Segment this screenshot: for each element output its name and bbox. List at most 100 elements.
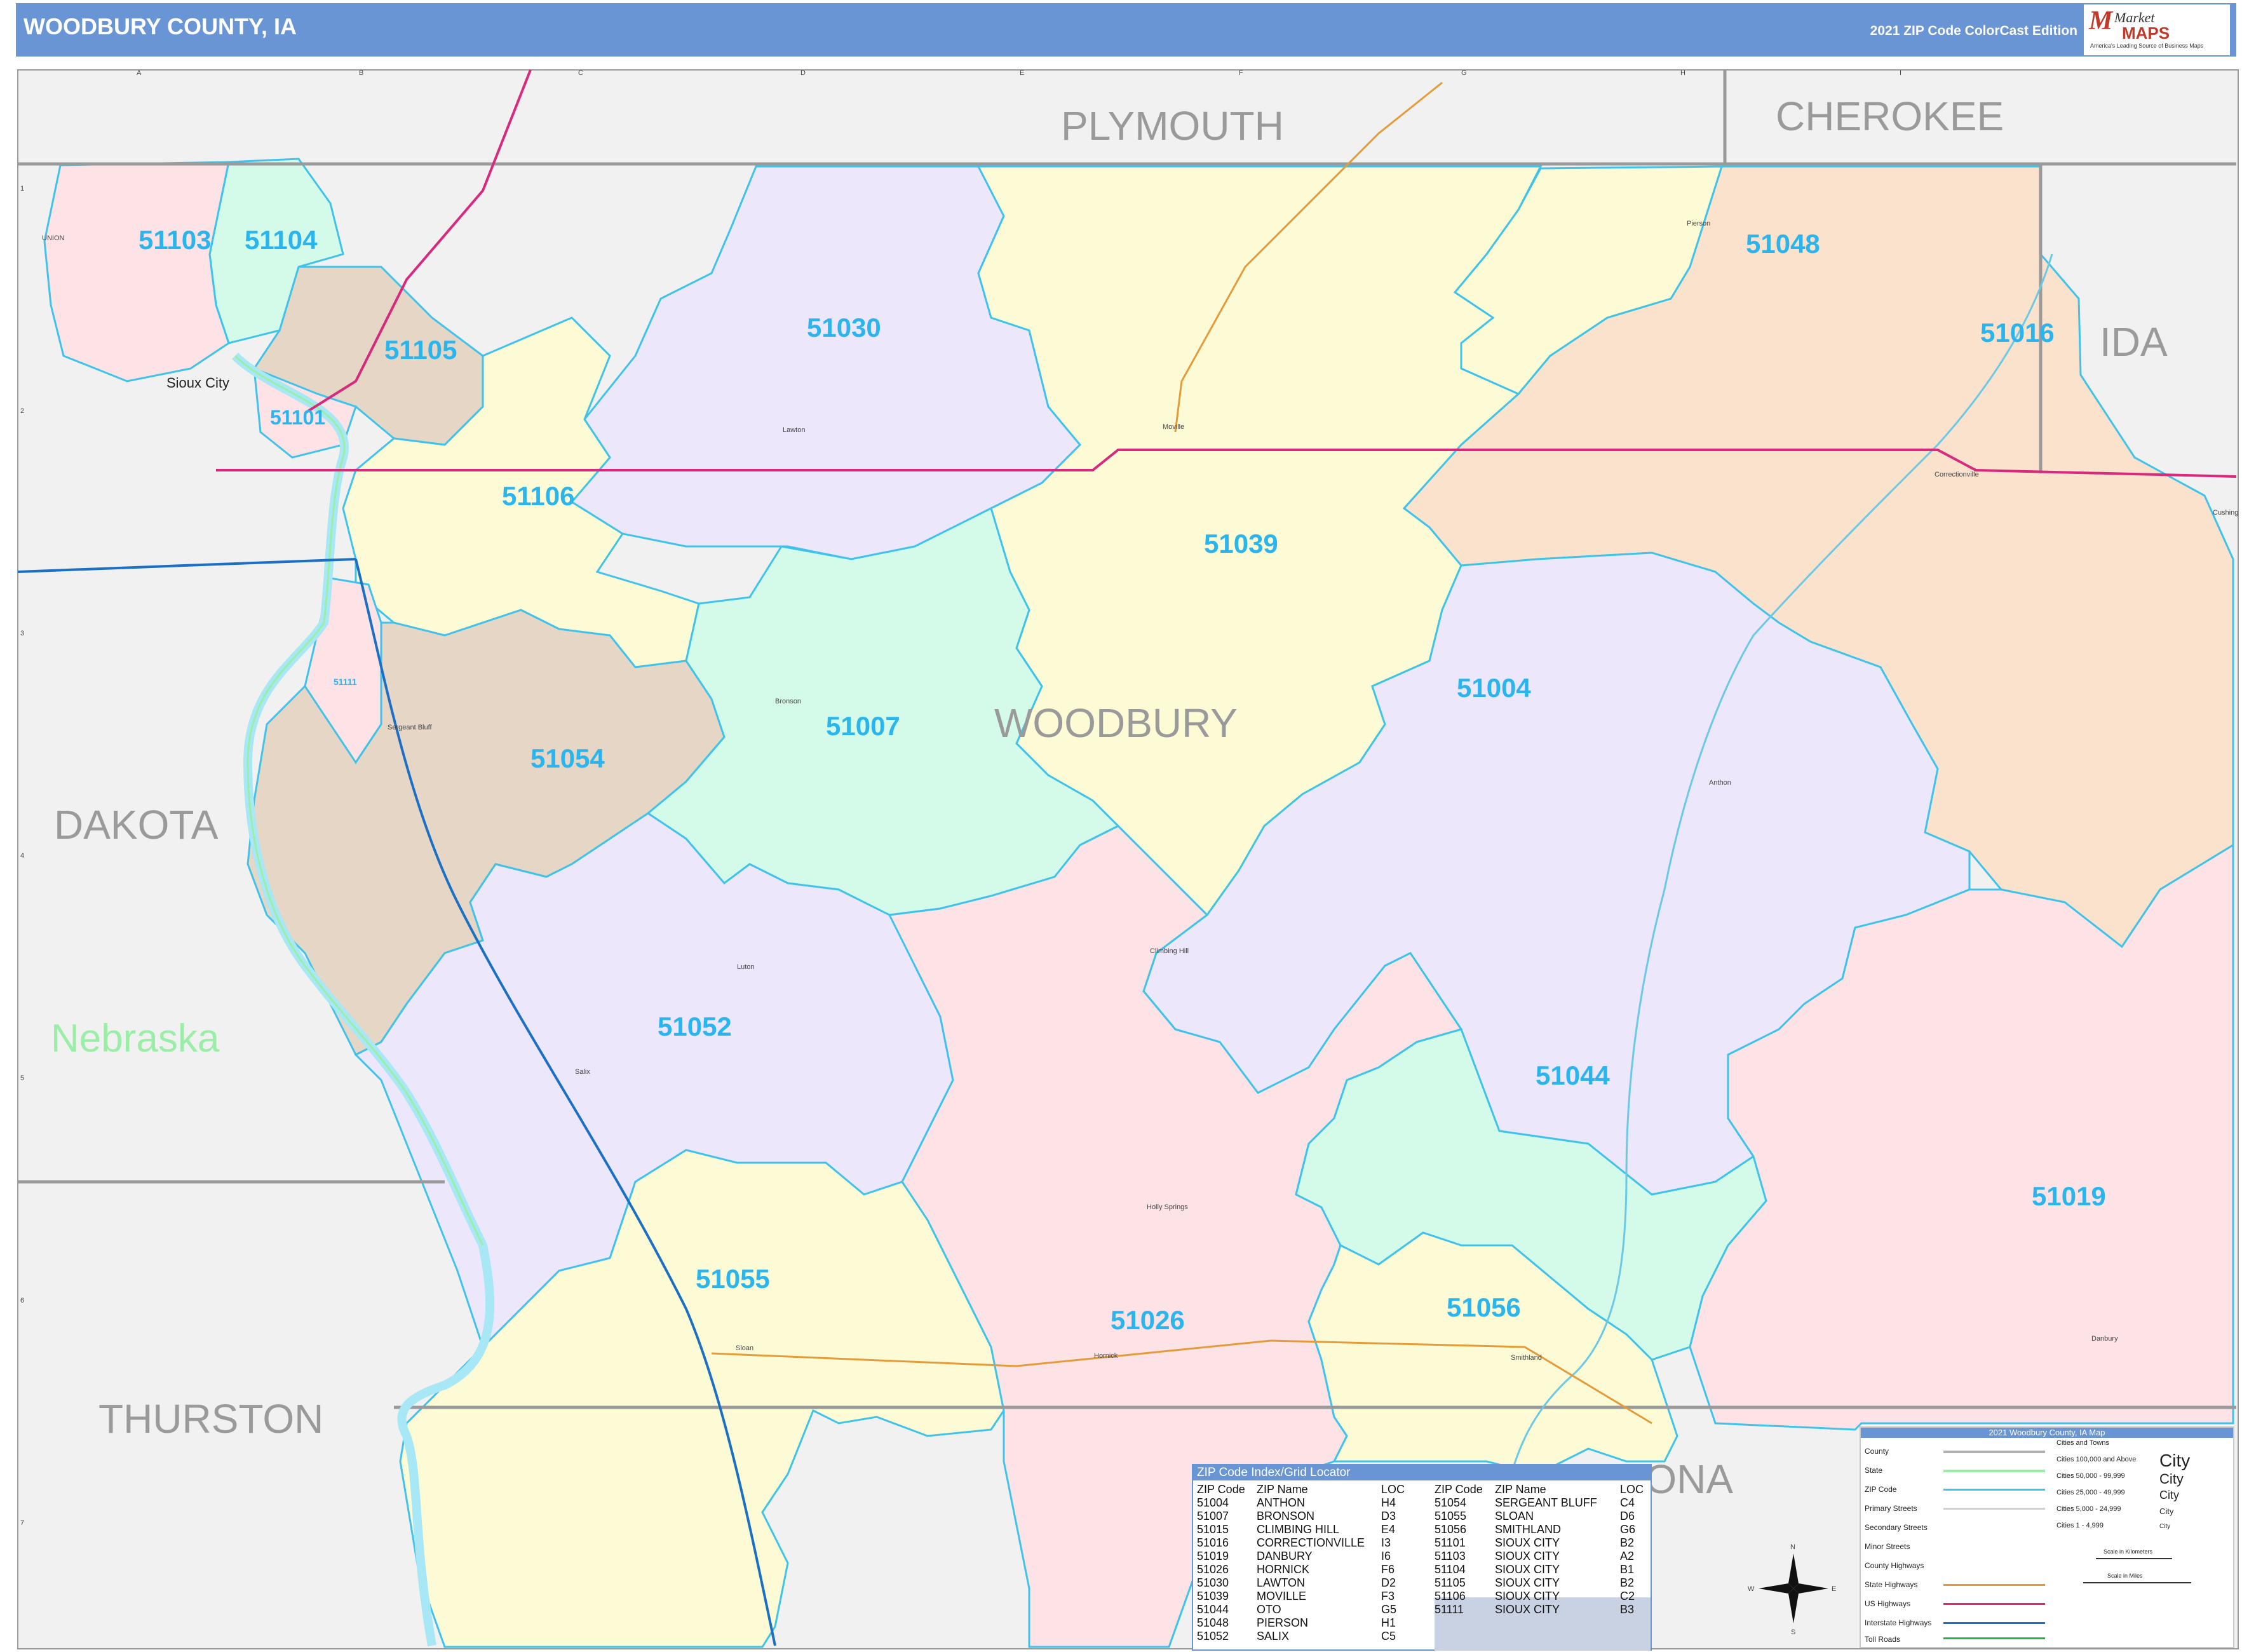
zip-label-51026: 51026 (1111, 1305, 1185, 1335)
legend-item: US Highways (1865, 1599, 1911, 1608)
zip-code-index: ZIP Code Index/Grid Locator ZIP Code 510… (1192, 1464, 1652, 1651)
svg-text:N: N (1790, 1543, 1795, 1551)
city-moville: Moville (1163, 423, 1184, 431)
table-row: 51007 (1197, 1510, 1229, 1522)
city-climbing-hill: Climbing Hill (1150, 947, 1189, 955)
legend-item: Toll Roads (1865, 1635, 1901, 1644)
svg-text:E: E (1832, 1585, 1836, 1593)
city-holly-springs: Holly Springs (1147, 1203, 1188, 1211)
table-row: 51056 (1435, 1523, 1467, 1536)
county-map: A B C D E F G H I 1 2 3 4 5 6 7 PLYMOUTH… (17, 69, 2239, 1649)
county-label-ida: IDA (2100, 319, 2168, 365)
table-row: 51004 (1197, 1496, 1229, 1509)
city-bronson: Bronson (775, 698, 801, 705)
svg-text:4: 4 (20, 852, 24, 860)
zip-label-51106: 51106 (502, 481, 574, 511)
zip-label-51004: 51004 (1457, 673, 1531, 703)
table-row: 51026 (1197, 1563, 1229, 1576)
legend-item: ZIP Code (1865, 1485, 1897, 1494)
legend-swatch-state (1943, 1470, 2045, 1472)
legend-item: State Highways (1865, 1580, 1918, 1589)
legend-item: State (1865, 1466, 1883, 1475)
table-row: 51103 (1435, 1550, 1466, 1562)
city-lawton: Lawton (783, 426, 805, 434)
scale-km-label: Scale in Kilometers (2104, 1548, 2153, 1555)
svg-text:1: 1 (20, 185, 24, 193)
zip-label-51019: 51019 (2032, 1181, 2106, 1211)
zip-area-51103 (43, 161, 230, 383)
legend-swatch-state-hwy (1943, 1584, 2045, 1586)
table-row: 51052 (1197, 1630, 1229, 1642)
legend-swatch-toll (1943, 1637, 2045, 1639)
zip-label-51055: 51055 (696, 1264, 770, 1294)
county-label-dakota: DAKOTA (54, 802, 219, 848)
svg-text:2: 2 (20, 407, 24, 415)
table-row: 51015 (1197, 1523, 1229, 1536)
svg-text:I: I (1900, 69, 1901, 77)
legend-swatch-county (1943, 1451, 2045, 1453)
city-cushing: Cushing (2213, 509, 2238, 517)
city-sioux-city: Sioux City (166, 375, 229, 391)
table-row: 51111 (1435, 1603, 1464, 1616)
svg-text:F: F (1239, 69, 1243, 77)
zip-label-51104: 51104 (245, 225, 318, 255)
svg-text:A: A (137, 69, 142, 77)
city-salix: Salix (575, 1068, 590, 1076)
county-label-woodbury: WOODBURY (994, 700, 1238, 746)
zip-label-51103: 51103 (138, 225, 211, 255)
zip-label-51044: 51044 (1536, 1060, 1610, 1090)
table-row: 51048 (1197, 1616, 1229, 1629)
svg-text:E: E (1020, 69, 1024, 77)
legend-item: Minor Streets (1865, 1542, 1910, 1551)
scale-mi-bar (2083, 1582, 2191, 1583)
zip-label-51048: 51048 (1746, 229, 1820, 259)
table-row: 51019 (1197, 1550, 1229, 1562)
svg-text:H: H (1680, 69, 1685, 77)
legend-swatch-primary (1943, 1508, 2045, 1510)
legend-title: 2021 Woodbury County, IA Map (1861, 1428, 2233, 1438)
zip-label-51105: 51105 (384, 335, 457, 365)
zip-label-51030: 51030 (807, 313, 881, 342)
svg-text:W: W (1748, 1585, 1755, 1593)
scale-km-bar (2096, 1558, 2172, 1559)
table-row: 51055 (1435, 1510, 1467, 1522)
legend-item: Secondary Streets (1865, 1523, 1928, 1532)
zip-label-51056: 51056 (1447, 1292, 1521, 1322)
scale-mi-label: Scale in Miles (2107, 1573, 2143, 1579)
zip-label-51007: 51007 (826, 711, 900, 741)
county-label-cherokee: CHEROKEE (1776, 93, 2004, 139)
legend-swatch-us-hwy (1943, 1603, 2045, 1605)
zip-label-51039: 51039 (1204, 529, 1278, 559)
label-union: UNION (42, 234, 65, 242)
svg-text:C: C (578, 69, 583, 77)
legend-item: County Highways (1865, 1561, 1924, 1570)
legend-swatch-zip (1943, 1489, 2045, 1491)
city-sloan: Sloan (736, 1344, 753, 1352)
legend-item: County (1865, 1447, 1889, 1456)
zip-index-title: ZIP Code Index/Grid Locator (1193, 1465, 1651, 1480)
zip-label-51052: 51052 (658, 1012, 732, 1041)
county-label-thurston: THURSTON (98, 1396, 323, 1442)
zip-label-51101: 51101 (270, 406, 325, 429)
city-anthon: Anthon (1709, 779, 1731, 787)
city-sergeant-bluff: Sergeant Bluff (388, 724, 432, 731)
table-row: 51044 (1197, 1603, 1229, 1616)
table-row: 51030 (1197, 1576, 1229, 1589)
city-hornick: Hornick (1094, 1352, 1118, 1360)
table-row: 51104 (1435, 1563, 1466, 1576)
city-smithland: Smithland (1511, 1354, 1542, 1362)
map-legend: 2021 Woodbury County, IA Map County Stat… (1860, 1426, 2234, 1648)
svg-text:G: G (1461, 69, 1467, 77)
svg-text:D: D (800, 69, 806, 77)
table-row: 51105 (1435, 1576, 1466, 1589)
legend-item: Primary Streets (1865, 1504, 1917, 1513)
table-row: 51101 (1435, 1536, 1466, 1549)
table-row: 51039 (1197, 1590, 1229, 1602)
legend-cities-title: Cities and Towns (2056, 1439, 2109, 1447)
zip-label-51111: 51111 (334, 677, 357, 687)
city-correctionville: Correctionville (1935, 471, 1979, 478)
svg-text:6: 6 (20, 1297, 24, 1304)
zip-label-51016: 51016 (1980, 318, 2055, 348)
city-luton: Luton (737, 963, 755, 971)
zip-label-51054: 51054 (530, 743, 605, 773)
